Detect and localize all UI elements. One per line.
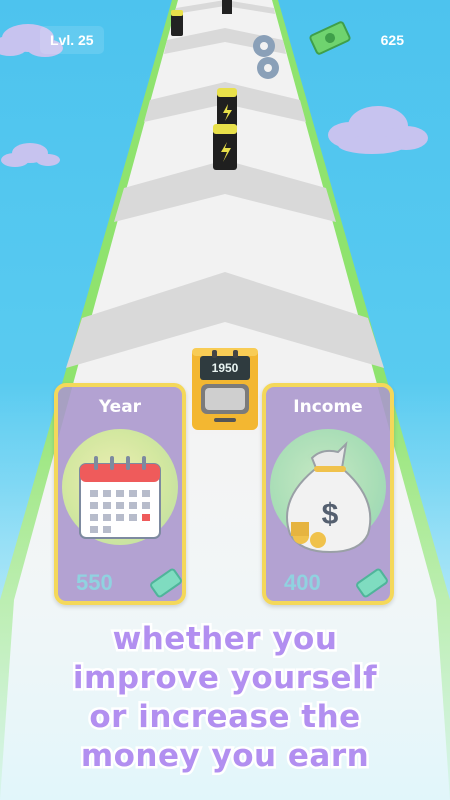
card-cost: 400 bbox=[284, 570, 321, 595]
game-scene: Lvl. 25 625 1950 Year 550 Income 400 Whe… bbox=[0, 0, 450, 800]
device-year-display: 1950 bbox=[200, 358, 250, 378]
caption-line: or increase the bbox=[87, 697, 363, 738]
upgrade-card-income[interactable]: Income 400 bbox=[262, 383, 394, 605]
gear-icon bbox=[257, 57, 279, 79]
battery-icon bbox=[217, 88, 237, 128]
upgrade-card-year[interactable]: Year 550 bbox=[54, 383, 186, 605]
caption-line: Whether you bbox=[110, 619, 339, 660]
battery-icon bbox=[222, 0, 232, 14]
card-title: Year bbox=[98, 397, 142, 417]
gear-icon bbox=[253, 35, 275, 57]
caption-line: improve yourself bbox=[70, 658, 379, 699]
card-cost: 550 bbox=[76, 570, 113, 595]
money-value: 625 bbox=[380, 32, 404, 48]
device-year-text: 1950 bbox=[211, 361, 239, 375]
promo-caption: Whether you improve yourself or increase… bbox=[0, 619, 450, 777]
battery-icon bbox=[171, 10, 183, 36]
card-title: Income bbox=[293, 397, 363, 417]
battery-icon bbox=[213, 124, 237, 170]
level-indicator: Lvl. 25 bbox=[40, 26, 104, 54]
level-label: Lvl. 25 bbox=[50, 32, 94, 48]
money-counter: 625 bbox=[381, 26, 404, 54]
caption-line: money you earn bbox=[78, 736, 371, 777]
